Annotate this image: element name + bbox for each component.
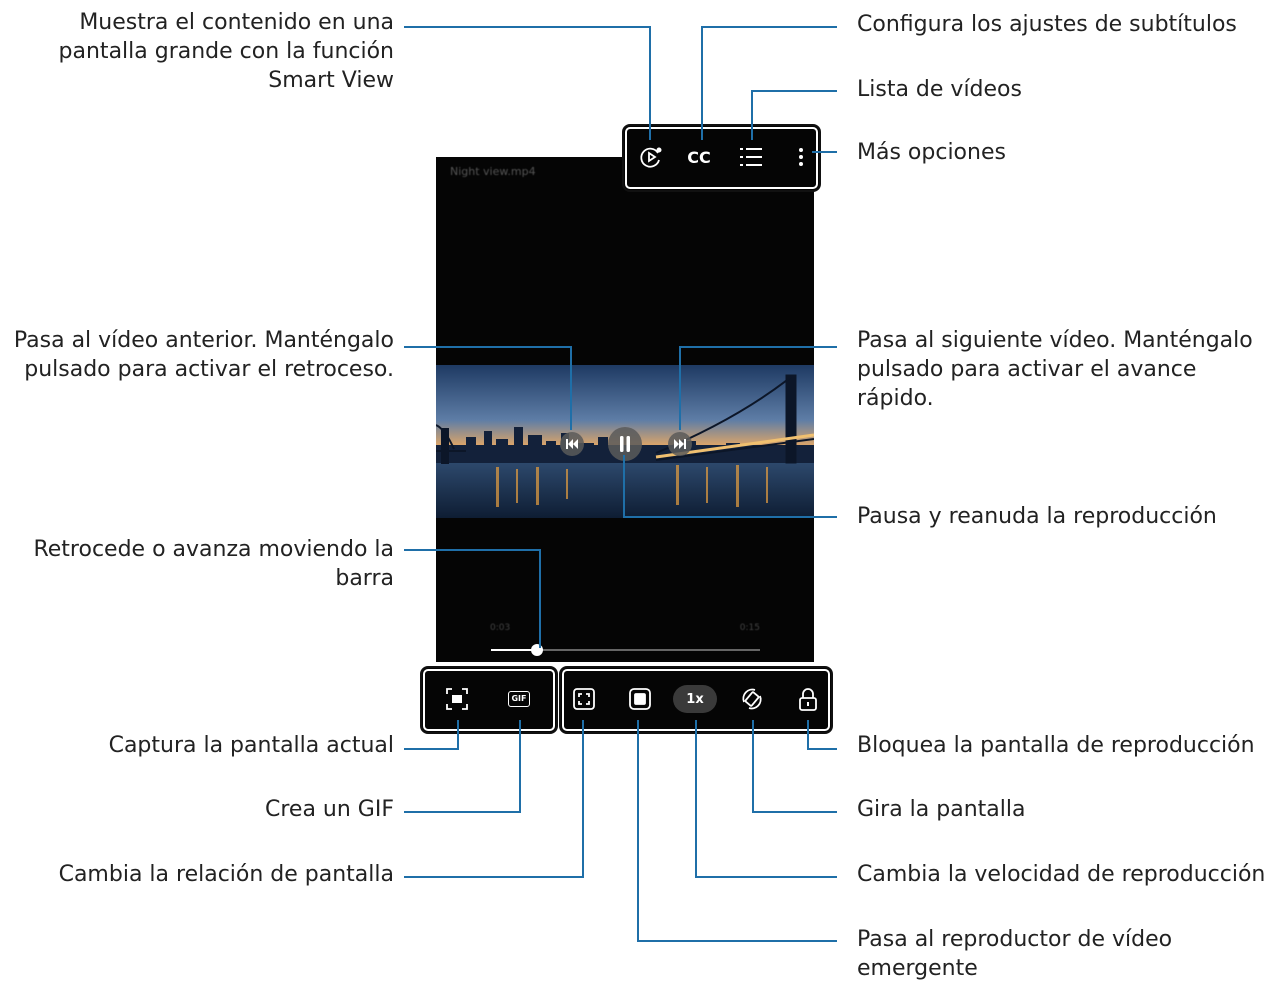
label-seek: Retrocede o avanza moviendo la barra [33,537,394,591]
popup-player-button[interactable] [625,684,655,714]
previous-button[interactable] [560,432,584,456]
skip-forward-icon [674,439,686,449]
lock-icon [799,688,817,711]
rotate-button[interactable] [737,684,767,714]
video-player-screen: Night view.mp4 0:03 0:15 [436,157,814,662]
smart-view-icon [640,147,662,168]
skip-back-icon [566,439,578,449]
seek-progress [491,649,537,651]
subtitles-button[interactable]: CC [684,142,714,172]
capture-button[interactable] [442,684,472,714]
video-list-button[interactable] [736,142,766,172]
gif-icon: GIF [508,691,530,707]
aspect-ratio-icon [573,688,595,710]
label-speed: Cambia la velocidad de reproducción [857,862,1266,887]
video-filename: Night view.mp4 [450,165,536,178]
label-pause: Pausa y reanuda la reproducción [857,504,1217,529]
time-current: 0:03 [490,623,511,633]
playback-toolbar: 1x [559,666,833,734]
rotate-icon [742,688,762,710]
list-icon [740,148,762,166]
label-lock: Bloquea la pantalla de reproducción [857,733,1255,758]
label-next: Pasa al siguiente vídeo. Manténgalo puls… [857,328,1253,411]
gif-button[interactable]: GIF [504,684,534,714]
lock-button[interactable] [793,684,823,714]
label-video-list: Lista de vídeos [857,77,1022,102]
time-total: 0:15 [739,623,760,633]
more-options-button[interactable] [786,142,816,172]
label-smart-view: Muestra el contenido en una pantalla gra… [58,10,394,93]
screenshot-icon [446,688,468,710]
label-ratio: Cambia la relación de pantalla [58,862,394,887]
seek-thumb[interactable] [530,644,543,656]
more-vertical-icon [799,148,803,166]
label-capture: Captura la pantalla actual [108,733,394,758]
popup-player-icon [629,688,651,710]
label-rotate: Gira la pantalla [857,797,1026,822]
playback-speed-button[interactable]: 1x [673,685,717,713]
label-popup: Pasa al reproductor de vídeo emergente [857,927,1173,981]
next-button[interactable] [668,432,692,456]
capture-toolbar: GIF [420,666,558,734]
video-frame[interactable] [436,365,814,518]
smart-view-button[interactable] [636,142,666,172]
label-gif: Crea un GIF [264,797,394,822]
top-toolbar: CC [622,124,821,192]
pause-icon [620,436,630,452]
label-more-options: Más opciones [857,140,1006,165]
aspect-ratio-button[interactable] [569,684,599,714]
label-subtitles: Configura los ajustes de subtítulos [857,12,1237,37]
pause-button[interactable] [608,427,642,461]
label-previous: Pasa al vídeo anterior. Manténgalo pulsa… [13,328,394,382]
